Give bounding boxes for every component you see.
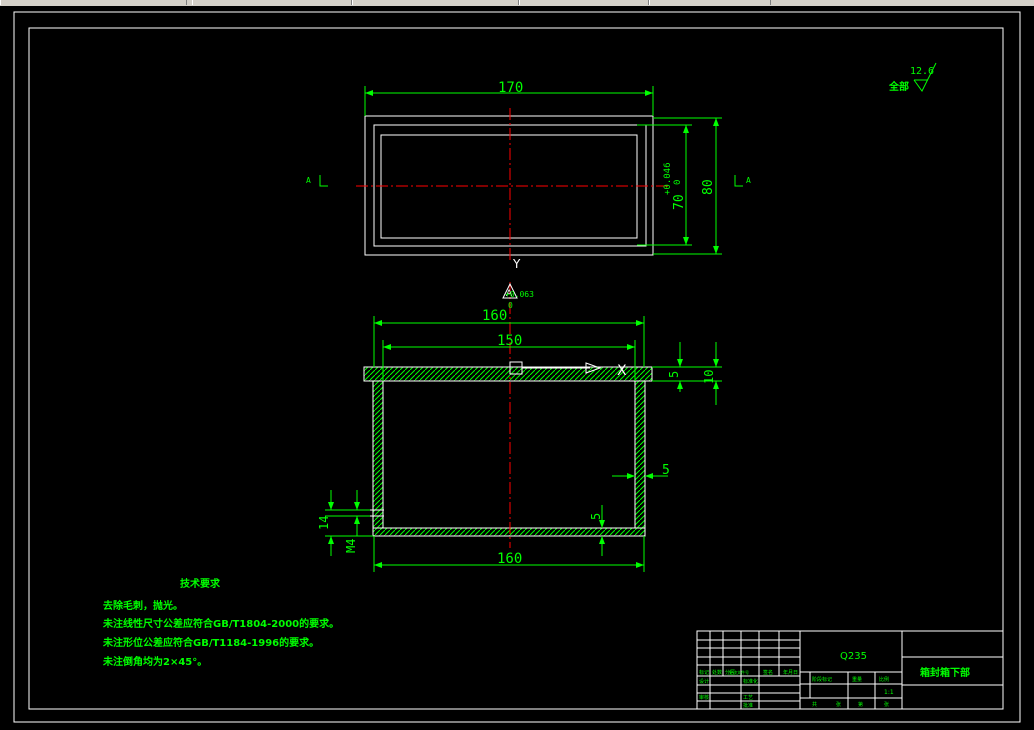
surface-finish-symbol: 全部 12.6 bbox=[888, 62, 937, 93]
title-cell: 阶段标记 bbox=[812, 676, 832, 683]
marker-x: X bbox=[617, 363, 627, 379]
dim-front-inner-width: 150 bbox=[497, 333, 522, 349]
dim-thread: M4 bbox=[344, 539, 358, 553]
front-view: A X 160 +0.063 0 150 5 10 5 5 160 14 M4 bbox=[317, 282, 722, 572]
dim-top-height: 80 bbox=[701, 179, 716, 195]
dim-bottom: 5 bbox=[589, 513, 603, 520]
sheet-label: 第 bbox=[858, 701, 863, 708]
title-cell: 工艺 bbox=[743, 695, 753, 701]
note-item: 未注线性尺寸公差应符合GB/T1804-2000的要求。 bbox=[102, 617, 339, 630]
title-cell: 比例 bbox=[879, 676, 889, 683]
title-cell: 更改文件号 bbox=[729, 669, 749, 675]
dim-top-inner: 70 bbox=[672, 194, 687, 210]
section-mark-right: A bbox=[746, 176, 751, 185]
surface-finish-value: 12.6 bbox=[910, 66, 934, 77]
title-cell: 标准化 bbox=[743, 678, 758, 685]
note-item: 未注倒角均为2×45°。 bbox=[102, 655, 207, 668]
sheet-label: 张 bbox=[836, 701, 841, 708]
dim-flange-5: 5 bbox=[667, 371, 681, 378]
note-item: 去除毛刺，抛光。 bbox=[103, 599, 183, 612]
title-cell: 标记 bbox=[699, 669, 709, 676]
title-cell: 重量 bbox=[852, 676, 862, 683]
marker-y-top: Y bbox=[512, 257, 521, 271]
title-cell: 批准 bbox=[743, 702, 753, 709]
title-cell: 年月日 bbox=[783, 669, 798, 676]
title-block-text: Q235 箱封箱下部 1:1 标记 处数 分区 更改文件号 签名 年月日 设计 … bbox=[699, 651, 970, 709]
title-scale: 1:1 bbox=[884, 689, 894, 696]
title-cell: 签名 bbox=[763, 669, 773, 676]
title-cell: 设计 bbox=[699, 678, 709, 685]
cad-drawing-canvas[interactable]: 全部 12.6 170 80 70 +0.046 0 A A Y A X 160… bbox=[0, 0, 1034, 730]
title-cell: 审核 bbox=[699, 694, 709, 701]
sheet-label: 张 bbox=[884, 701, 889, 708]
note-item: 未注形位公差应符合GB/T1184-1996的要求。 bbox=[102, 636, 319, 649]
dim-front-top: 160 bbox=[482, 308, 507, 324]
title-part-name: 箱封箱下部 bbox=[920, 666, 970, 679]
dim-front-bottom-width: 160 bbox=[497, 551, 522, 567]
technical-notes: 技术要求 去除毛刺，抛光。 未注线性尺寸公差应符合GB/T1804-2000的要… bbox=[102, 577, 339, 668]
dim-top-inner-tol-lower: 0 bbox=[673, 180, 683, 185]
dim-top-width: 170 bbox=[498, 80, 523, 96]
title-material: Q235 bbox=[840, 651, 867, 662]
surface-finish-label: 全部 bbox=[888, 80, 909, 93]
top-view: 170 80 70 +0.046 0 A A Y bbox=[306, 80, 751, 271]
dim-hole-14: 14 bbox=[317, 516, 331, 530]
title-cell: 处数 bbox=[712, 669, 722, 676]
dim-flange-10: 10 bbox=[702, 370, 716, 384]
dim-top-inner-tol-upper: +0.046 bbox=[663, 162, 673, 195]
notes-title: 技术要求 bbox=[180, 577, 221, 590]
section-mark-left: A bbox=[306, 176, 311, 185]
sheet-label: 共 bbox=[812, 701, 817, 708]
dim-front-top-tol-lower: 0 bbox=[508, 301, 513, 310]
dim-front-top-tol-upper: +0.063 bbox=[505, 290, 534, 299]
dim-wall: 5 bbox=[662, 463, 670, 478]
